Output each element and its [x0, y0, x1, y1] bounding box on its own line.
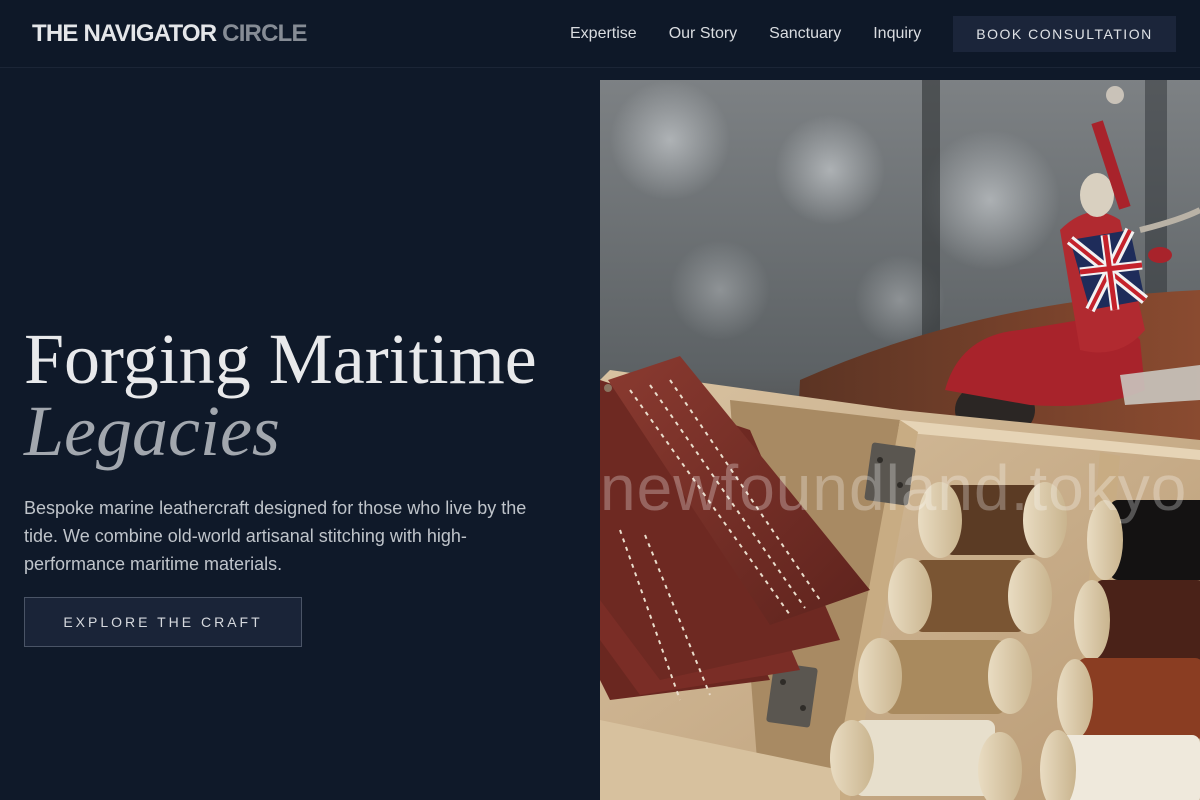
hero-title-line2: Legacies — [24, 391, 280, 471]
brand-name: THE NAVIGATOR — [32, 20, 217, 47]
hero-photo-illustration — [600, 80, 1200, 800]
explore-craft-button[interactable]: EXPLORE THE CRAFT — [24, 597, 302, 647]
book-consultation-button[interactable]: BOOK CONSULTATION — [953, 16, 1176, 52]
main-nav: Expertise Our Story Sanctuary Inquiry — [570, 24, 921, 44]
site-header: THE NAVIGATOR CIRCLE Expertise Our Story… — [0, 0, 1200, 68]
nav-link-inquiry[interactable]: Inquiry — [873, 24, 921, 44]
nav-link-expertise[interactable]: Expertise — [570, 24, 637, 44]
brand-logo[interactable]: THE NAVIGATOR CIRCLE — [32, 20, 307, 48]
hero-title-line1: Forging Maritime — [24, 319, 537, 399]
hero-image — [600, 80, 1200, 800]
hero-title: Forging Maritime Legacies — [24, 323, 594, 467]
brand-name-accent: CIRCLE — [222, 20, 307, 47]
nav-link-our-story[interactable]: Our Story — [669, 24, 737, 44]
nav-link-sanctuary[interactable]: Sanctuary — [769, 24, 841, 44]
hero-subtitle: Bespoke marine leathercraft designed for… — [24, 498, 527, 574]
